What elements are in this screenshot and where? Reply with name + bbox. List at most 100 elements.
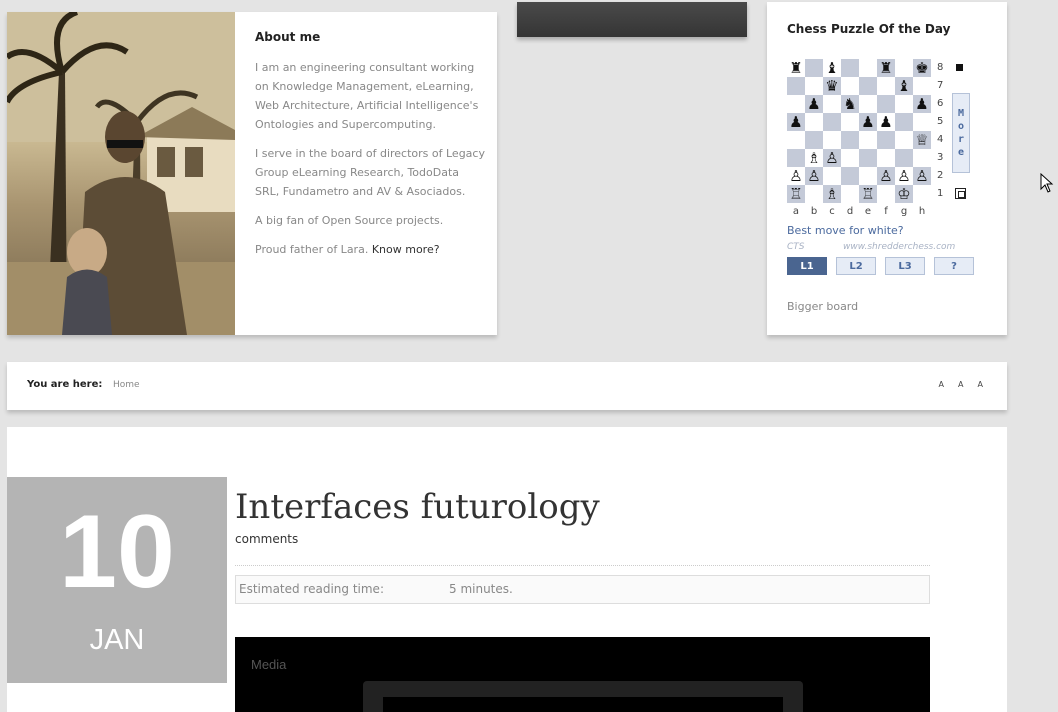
level-buttons: L1 L2 L3? [787, 257, 974, 275]
chess-puzzle-widget: Chess Puzzle Of the Day ♜ ♝ ♜ ♚ ♛ ♝ ♟ ♞ ♟ ♟ ♟ ♟ ♕ ♗ ♙ ♙… [767, 2, 1007, 335]
chess-square[interactable] [913, 185, 931, 203]
chess-square[interactable] [841, 59, 859, 77]
level-button[interactable]: L3 [885, 257, 925, 275]
media-label: Media [251, 657, 287, 672]
more-button-letter: e [957, 147, 965, 158]
chess-square[interactable] [823, 95, 841, 113]
chess-square[interactable] [859, 167, 877, 185]
chess-square[interactable]: ♙ [823, 149, 841, 167]
chess-square[interactable] [805, 59, 823, 77]
chess-square[interactable] [877, 131, 895, 149]
chess-square[interactable] [841, 131, 859, 149]
profile-photo [7, 12, 235, 335]
chess-square[interactable]: ♜ [787, 59, 805, 77]
post-comments-link[interactable]: comments [235, 532, 298, 546]
chess-square[interactable]: ♙ [913, 167, 931, 185]
file-label: c [829, 206, 835, 217]
post-title[interactable]: Interfaces futurology [235, 487, 600, 527]
bigger-board-link[interactable]: Bigger board [787, 300, 858, 313]
flip-board-icon[interactable] [955, 188, 966, 199]
font-size-large-button[interactable]: A [939, 380, 944, 389]
chess-square[interactable]: ♙ [895, 167, 913, 185]
chess-square[interactable] [787, 131, 805, 149]
chess-board[interactable]: ♜ ♝ ♜ ♚ ♛ ♝ ♟ ♞ ♟ ♟ ♟ ♟ ♕ ♗ ♙ ♙ ♙ ♙ ♙ ♙ ♖ ♗ ♖ ♔ [787, 59, 931, 203]
chess-square[interactable]: ♚ [913, 59, 931, 77]
rank-label: 4 [937, 134, 944, 145]
file-label: h [918, 206, 926, 217]
post-divider [235, 565, 930, 566]
chess-square[interactable]: ♕ [913, 131, 931, 149]
chess-square[interactable]: ♖ [787, 185, 805, 203]
chess-square[interactable] [877, 77, 895, 95]
media-player[interactable]: Media [235, 637, 930, 712]
chess-square[interactable]: ♙ [787, 167, 805, 185]
chess-square[interactable]: ♟ [877, 113, 895, 131]
chess-square[interactable] [841, 77, 859, 95]
chess-square[interactable] [895, 59, 913, 77]
chess-square[interactable] [859, 95, 877, 113]
post-card: 10 JAN Interfaces futurology comments Es… [7, 427, 1007, 712]
chess-square[interactable] [805, 131, 823, 149]
level-button[interactable]: ? [934, 257, 974, 275]
chess-square[interactable] [841, 185, 859, 203]
chess-square[interactable]: ♙ [877, 167, 895, 185]
chess-square[interactable] [787, 95, 805, 113]
level-button[interactable]: L2 [836, 257, 876, 275]
chess-square[interactable]: ♝ [823, 59, 841, 77]
chess-square[interactable] [823, 167, 841, 185]
more-button[interactable]: More [952, 93, 970, 173]
reading-time-box: Estimated reading time: 5 minutes. [235, 575, 930, 604]
chess-square[interactable] [841, 113, 859, 131]
chess-square[interactable] [859, 77, 877, 95]
chess-square[interactable] [823, 113, 841, 131]
chess-square[interactable] [913, 149, 931, 167]
rank-label: 2 [937, 170, 944, 181]
chess-square[interactable]: ♗ [805, 149, 823, 167]
breadcrumb-home-link[interactable]: Home [113, 380, 140, 390]
chess-square[interactable] [895, 149, 913, 167]
chess-square[interactable]: ♟ [859, 113, 877, 131]
chess-square[interactable] [913, 77, 931, 95]
chess-square[interactable]: ♛ [823, 77, 841, 95]
know-more-link[interactable]: Know more? [372, 243, 440, 256]
chess-square[interactable] [895, 113, 913, 131]
chess-square[interactable]: ♞ [841, 95, 859, 113]
chess-square[interactable]: ♟ [805, 95, 823, 113]
chess-square[interactable] [841, 149, 859, 167]
chess-square[interactable] [877, 185, 895, 203]
chess-square[interactable]: ♟ [913, 95, 931, 113]
chess-square[interactable] [805, 77, 823, 95]
font-size-small-button[interactable]: A [978, 380, 983, 389]
chess-square[interactable] [913, 113, 931, 131]
chess-square[interactable] [859, 149, 877, 167]
chess-square[interactable]: ♖ [859, 185, 877, 203]
chess-square[interactable] [787, 77, 805, 95]
chess-square[interactable]: ♔ [895, 185, 913, 203]
font-size-medium-button[interactable]: A [958, 380, 963, 389]
chess-square[interactable]: ♟ [787, 113, 805, 131]
chess-square[interactable]: ♙ [805, 167, 823, 185]
chess-square[interactable] [841, 167, 859, 185]
chess-square[interactable]: ♗ [823, 185, 841, 203]
chess-square[interactable] [805, 185, 823, 203]
chess-square[interactable] [877, 149, 895, 167]
chess-square[interactable] [859, 59, 877, 77]
level-button[interactable]: L1 [787, 257, 827, 275]
about-paragraph-boards: I serve in the board of directors of Leg… [255, 147, 485, 198]
chess-square[interactable] [895, 131, 913, 149]
chess-square[interactable] [805, 113, 823, 131]
cts-label: CTS [787, 242, 805, 252]
shredder-link[interactable]: www.shredderchess.com [843, 242, 955, 252]
media-screen[interactable] [383, 697, 783, 712]
chess-square[interactable] [877, 95, 895, 113]
chess-square[interactable] [859, 131, 877, 149]
chess-square[interactable]: ♝ [895, 77, 913, 95]
about-card: About me I am an engineering consultant … [7, 12, 497, 335]
rank-labels: 8 7 6 5 4 3 2 1 [937, 59, 947, 203]
chess-square[interactable] [895, 95, 913, 113]
chess-square[interactable]: ♜ [877, 59, 895, 77]
chess-square[interactable] [787, 149, 805, 167]
media-frame [363, 681, 803, 712]
chess-square[interactable] [823, 131, 841, 149]
rank-label: 3 [937, 152, 944, 163]
